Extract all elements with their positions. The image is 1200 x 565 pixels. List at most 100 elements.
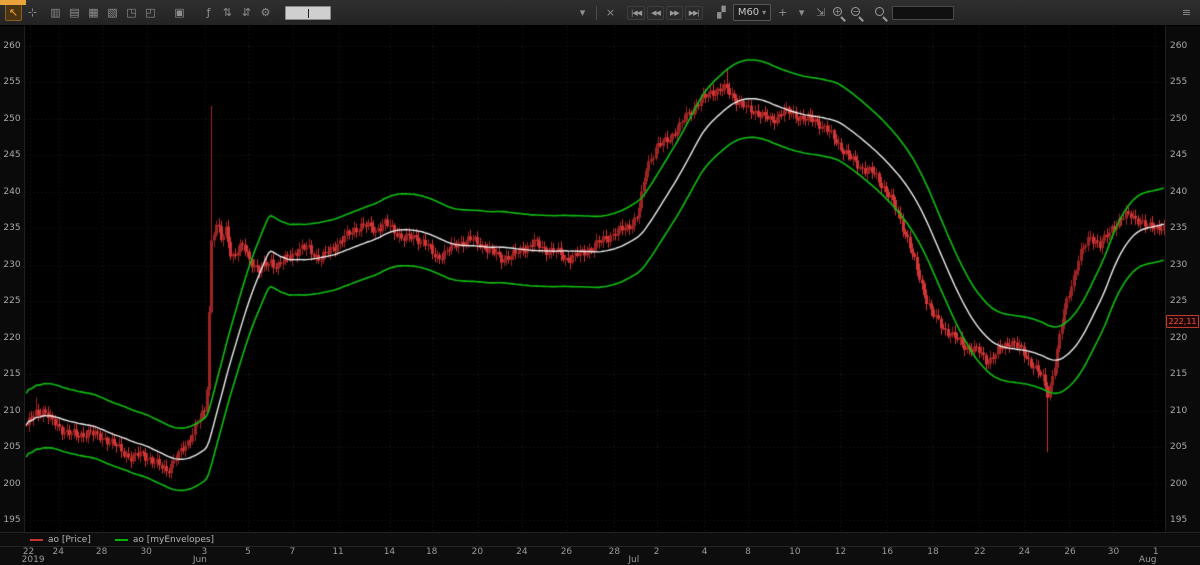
price-tick-label: 240 [3,186,21,197]
price-tick-label: 230 [3,259,21,270]
price-tick-label: 215 [3,369,21,380]
date-tick-label: 5 [244,547,251,557]
legend-item[interactable]: ao [Price] [30,535,91,545]
layout-menu-caret[interactable]: ▾ [574,4,591,21]
price-tick-label: 195 [1170,514,1188,525]
y-axis-right[interactable]: 260 255 250 245 240 235 230 225 220 215 210 205 200 1… [1166,26,1200,532]
pointer-tool[interactable]: ↖ [5,4,22,21]
indicator-icon[interactable]: ƒ [200,4,217,21]
date-tick-label: 24 [516,547,528,557]
date-tick-label: 28 [608,547,621,557]
price-tick-label: 200 [3,478,21,489]
bar-style-icon[interactable]: ▤ [66,4,83,21]
symbol-search-input[interactable] [892,5,955,20]
area-style-icon[interactable]: ▧ [104,4,121,21]
chart-type-icon[interactable]: ▞ [713,4,730,21]
date-tick-label: 26 [560,547,573,557]
magnifier-lens: − [851,6,861,16]
nav-last-button[interactable]: ▶▶| [684,5,703,20]
line-style-icon[interactable]: ▦ [85,4,102,21]
nav-next-button[interactable]: ▶▶ [665,5,683,20]
chart-legend: ao [Price] ao [myEnvelopes] [0,532,1200,546]
magnifier-lens: + [833,6,843,16]
magnifier-handle [882,15,889,22]
dropdown-caret[interactable]: ▾ [793,4,810,21]
notes-panel-icon[interactable]: ≡ [1178,4,1195,21]
date-tick-label: 24 [1018,547,1031,557]
new-window-icon[interactable]: ◳ [123,4,140,21]
trading-app-window: ↖ ⊹ ▥ ▤ ▦ ▧ ◳ ◰ ▣ ƒ ⇅ ⇵ ⚙ ▾ × |◀◀ ◀◀ ▶▶ ▶▶| ▞ M60 ▾ + ▾ ⇲ + − ≡ 260… [0,0,1200,565]
price-tick-label: 225 [3,296,21,307]
price-tick-label: 250 [1170,113,1188,124]
price-tick-label: 260 [3,40,21,51]
legend-label: ao [Price] [48,534,91,545]
price-tick-label: 255 [1170,77,1188,88]
price-tick-label: 215 [1170,369,1188,380]
date-tick-label: 30 [140,547,152,557]
legend-swatch [30,538,43,541]
chevron-down-icon: ▾ [762,8,767,17]
date-tick-label: 7 [289,547,296,557]
date-tick-label: 20 [471,547,484,557]
price-tick-label: 235 [3,223,21,234]
date-tick-label: 24 [52,547,64,557]
sort-ascending-icon[interactable]: ⇅ [219,4,236,21]
nav-first-button[interactable]: |◀◀ [627,5,646,20]
price-chart-canvas[interactable] [25,26,1165,532]
zoom-out-button[interactable]: − [849,5,865,22]
plot-area [24,26,1166,532]
window-accent-strip [0,0,26,5]
annotation-icon[interactable]: ▣ [171,4,188,21]
date-tick-label: 28 [95,547,108,557]
zoom-in-button[interactable]: + [831,5,847,22]
price-tick-label: 195 [3,514,21,525]
price-tick-label: 210 [3,405,21,416]
price-tick-label: 240 [1170,186,1188,197]
date-tick-label: 14 [383,547,396,557]
last-price-marker: 222,11 [1166,315,1199,329]
x-axis-strip: 22 24 28 30 3 5 7 11 14 18 20 24 26 28 2 4 8 10 12 16 18 22 24… [0,546,1200,565]
nav-prev-button[interactable]: ◀◀ [647,5,664,20]
main-toolbar: ↖ ⊹ ▥ ▤ ▦ ▧ ◳ ◰ ▣ ƒ ⇅ ⇵ ⚙ ▾ × |◀◀ ◀◀ ▶▶ ▶▶| ▞ M60 ▾ + ▾ ⇲ + − ≡ [0,0,1200,26]
add-indicator-button[interactable]: + [774,4,791,21]
sort-descending-icon[interactable]: ⇵ [238,4,255,21]
magnifier-handle [840,15,847,22]
fullscreen-icon[interactable]: ⇲ [812,4,829,21]
x-axis[interactable]: 22 24 28 30 3 5 7 11 14 18 20 24 26 28 2 4 8 10 12 16 18 22 24… [22,547,1166,565]
chart-pane: 260 255 250 245 240 235 230 225 220 215 210 205 200 1… [0,26,1200,532]
command-input[interactable] [285,5,331,20]
settings-icon[interactable]: ⚙ [257,4,274,21]
date-tick-label: 4 [701,547,708,557]
price-tick-label: 225 [1170,296,1188,307]
date-tick-label: 18 [425,547,438,557]
date-tick-label: 16 [881,547,894,557]
price-tick-label: 245 [1170,150,1188,161]
date-tick-label: 18 [927,547,939,557]
legend-item[interactable]: ao [myEnvelopes] [114,534,215,545]
legend-label: ao [myEnvelopes] [132,534,215,545]
price-tick-label: 245 [3,150,21,161]
crosshair-tool[interactable]: ⊹ [24,4,41,21]
date-tick-label: 26 [1064,547,1076,557]
text-caret [308,8,309,18]
magnifier-lens [875,6,885,16]
date-tick-label: 8 [745,547,751,557]
close-icon[interactable]: × [602,4,619,21]
price-tick-label: 250 [3,113,21,124]
price-tick-label: 205 [1170,442,1188,453]
date-tick-label: 2 [653,547,660,557]
duplicate-window-icon[interactable]: ◰ [142,4,159,21]
date-tick-label: 11 [332,547,344,557]
date-tick-label: 22 [974,547,986,557]
price-tick-label: 220 [1170,332,1188,343]
y-axis-left[interactable]: 260 255 250 245 240 235 230 225 220 215 210 205 200 1… [0,26,24,532]
symbol-search-icon[interactable] [873,5,889,22]
timeframe-select[interactable]: M60 ▾ [732,4,772,21]
price-tick-label: 235 [1170,223,1188,234]
date-tick-label: 12 [834,547,847,557]
price-tick-label: 200 [1170,478,1188,489]
date-tick-label: 10 [789,547,801,557]
price-tick-label: 230 [1170,259,1188,270]
candlestick-style-icon[interactable]: ▥ [47,4,64,21]
price-tick-label: 210 [1170,405,1188,416]
